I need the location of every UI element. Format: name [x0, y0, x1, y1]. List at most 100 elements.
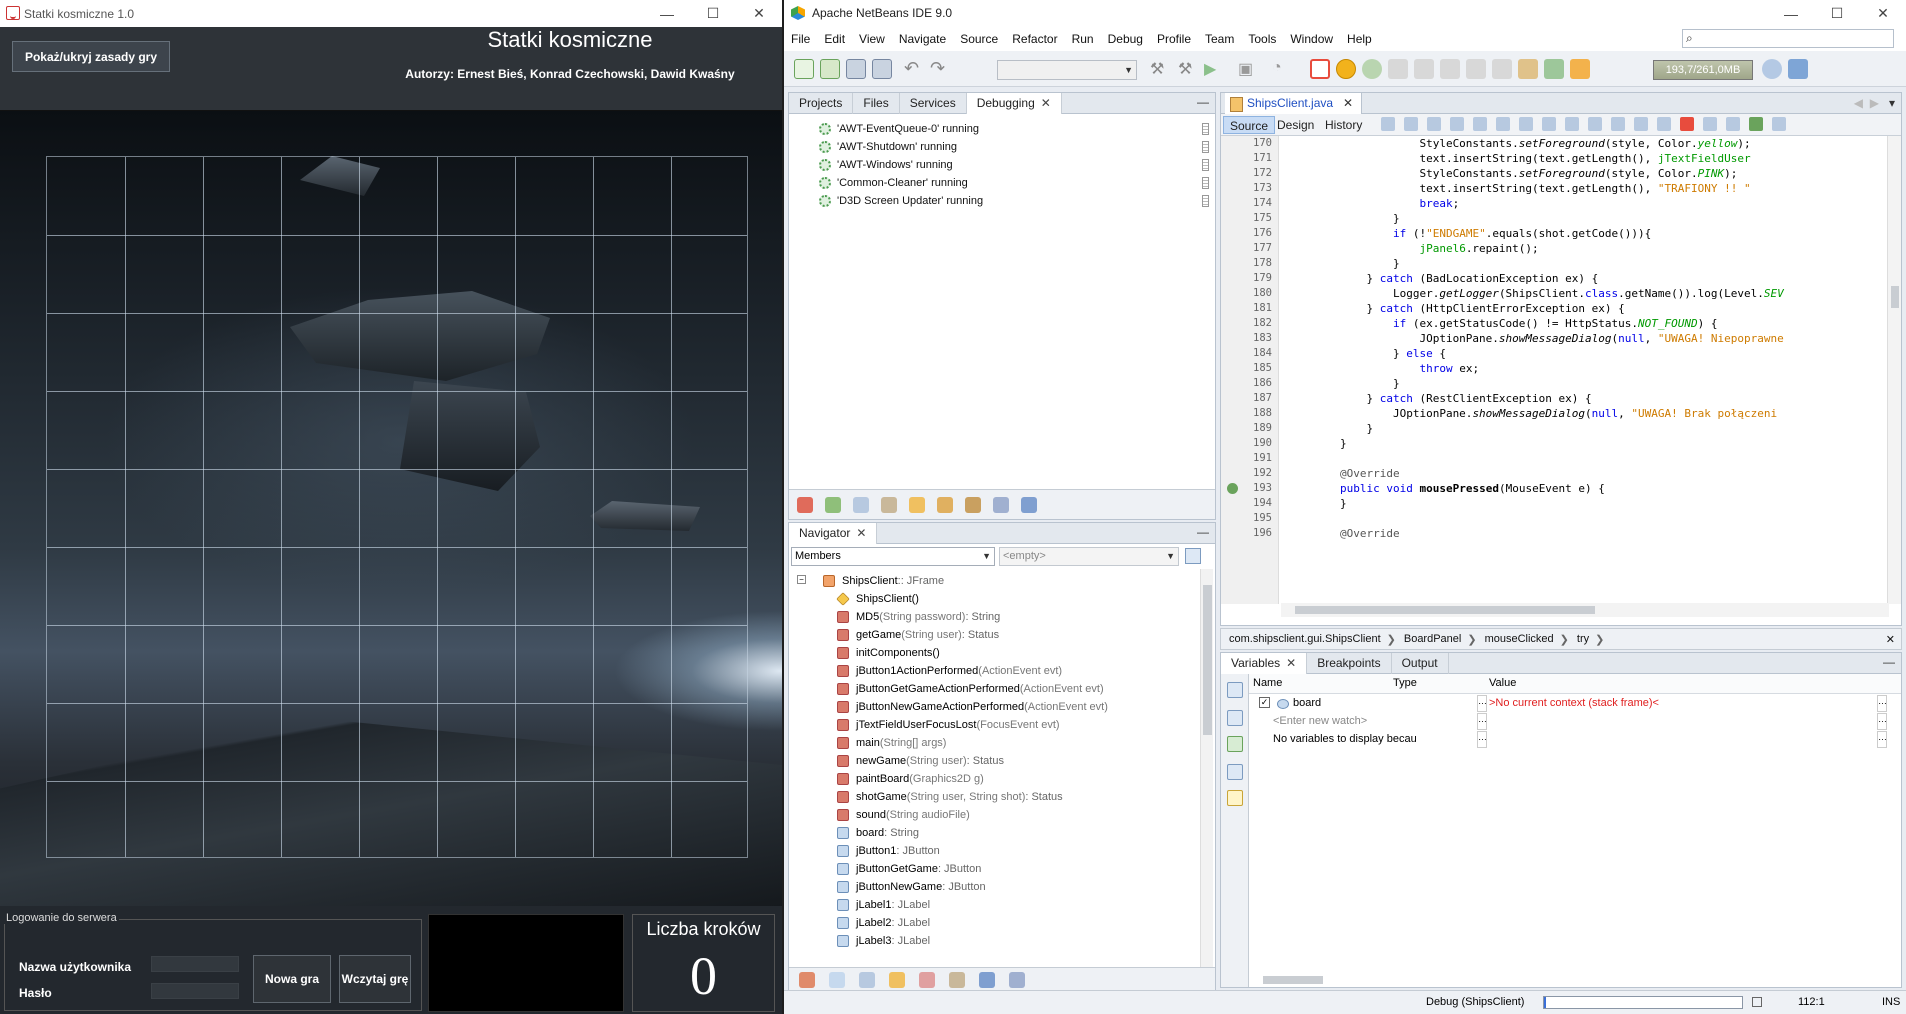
- close-icon[interactable]: ✕: [1286, 656, 1296, 670]
- ellipsis-button[interactable]: …: [1477, 695, 1487, 712]
- column-type[interactable]: Type: [1393, 677, 1417, 689]
- editor-tool-icon[interactable]: [1404, 117, 1418, 131]
- breadcrumb-item[interactable]: mouseClicked: [1485, 633, 1554, 645]
- editor-tool-icon[interactable]: [1726, 117, 1740, 131]
- menu-debug[interactable]: Debug: [1101, 32, 1150, 46]
- scrollbar-thumb[interactable]: [1203, 585, 1212, 735]
- tab-output[interactable]: Output: [1392, 653, 1449, 674]
- close-button[interactable]: ✕: [736, 0, 782, 27]
- member-item[interactable]: jButton1 : JButton: [837, 843, 940, 859]
- member-item[interactable]: jTextFieldUserFocusLost (FocusEvent evt): [837, 717, 1060, 733]
- tab-breakpoints[interactable]: Breakpoints: [1307, 653, 1392, 674]
- tab-files[interactable]: Files: [853, 93, 900, 114]
- watch-checkbox[interactable]: ✓: [1259, 697, 1270, 708]
- editor-tool-icon[interactable]: [1496, 117, 1510, 131]
- step-over-expression-icon[interactable]: [1414, 59, 1434, 79]
- editor-tool-icon[interactable]: [1519, 117, 1533, 131]
- debug-tool-icon[interactable]: [965, 497, 981, 513]
- variable-row[interactable]: <Enter new watch>……: [1249, 713, 1901, 731]
- save-all-icon[interactable]: [872, 59, 892, 79]
- build-icon[interactable]: ⚒: [1150, 59, 1170, 79]
- run-icon[interactable]: ▶: [1204, 59, 1224, 79]
- evaluate-expression-icon[interactable]: [1227, 790, 1243, 806]
- member-item[interactable]: main (String[] args): [837, 735, 946, 751]
- navigator-tool-icon[interactable]: [829, 972, 845, 988]
- search-input[interactable]: ⌕: [1682, 29, 1894, 48]
- maximize-button[interactable]: ☐: [690, 0, 736, 27]
- code-line[interactable]: StyleConstants.setForeground(style, Colo…: [1287, 136, 1750, 151]
- tab-design[interactable]: Design: [1271, 116, 1320, 134]
- editor-vertical-scrollbar[interactable]: [1887, 136, 1901, 604]
- member-item[interactable]: paintBoard (Graphics2D g): [837, 771, 984, 787]
- editor-tab-shipsclient[interactable]: ShipsClient.java ✕: [1225, 93, 1363, 114]
- code-line[interactable]: break;: [1287, 196, 1459, 211]
- new-watch-icon[interactable]: [1227, 736, 1243, 752]
- code-line[interactable]: JOptionPane.showMessageDialog(null, "UWA…: [1287, 331, 1783, 346]
- tab-projects[interactable]: Projects: [789, 93, 854, 114]
- editor-tool-icon[interactable]: [1680, 117, 1694, 131]
- tab-source[interactable]: Source: [1223, 116, 1276, 134]
- editor-tool-icon[interactable]: [1749, 117, 1763, 131]
- breakpoint-icon[interactable]: [1227, 483, 1238, 494]
- navigator-scrollbar[interactable]: [1200, 569, 1213, 973]
- scrollbar-thumb[interactable]: [1891, 286, 1899, 308]
- navigator-view-select[interactable]: Members ▼: [791, 547, 995, 566]
- menu-help[interactable]: Help: [1340, 32, 1379, 46]
- member-item[interactable]: jButtonGetGameActionPerformed (ActionEven…: [837, 681, 1104, 697]
- breadcrumb-item[interactable]: com.shipsclient.gui.ShipsClient: [1229, 633, 1381, 645]
- memory-indicator[interactable]: 193,7/261,0MB: [1653, 60, 1753, 80]
- navigator-tool-icon[interactable]: [949, 972, 965, 988]
- new-game-button[interactable]: Nowa gra: [253, 955, 331, 1003]
- breadcrumb-item[interactable]: BoardPanel: [1404, 633, 1462, 645]
- thread-item[interactable]: 'AWT-Shutdown' running: [819, 139, 957, 155]
- debug-tool-icon[interactable]: [1021, 497, 1037, 513]
- member-item[interactable]: board : String: [837, 825, 919, 841]
- member-item[interactable]: jButtonNewGameActionPerformed (ActionEven…: [837, 699, 1108, 715]
- thread-item[interactable]: 'AWT-Windows' running: [819, 157, 953, 173]
- thread-suspend-icon[interactable]: [1202, 123, 1209, 135]
- debug-tool-icon[interactable]: [993, 497, 1009, 513]
- code-line[interactable]: @Override: [1287, 526, 1400, 541]
- thread-item[interactable]: 'Common-Cleaner' running: [819, 175, 968, 191]
- menu-navigate[interactable]: Navigate: [892, 32, 953, 46]
- code-line[interactable]: } catch (BadLocationException ex) {: [1287, 271, 1598, 286]
- close-icon[interactable]: ✕: [1041, 96, 1051, 110]
- menu-profile[interactable]: Profile: [1150, 32, 1198, 46]
- tab-variables[interactable]: Variables ✕: [1221, 653, 1308, 674]
- variable-row[interactable]: ✓ board >No current context (stack frame)<…: [1249, 695, 1901, 713]
- variable-row[interactable]: No variables to display becau……: [1249, 731, 1901, 749]
- code-line[interactable]: text.insertString(text.getLength(), jTex…: [1287, 151, 1750, 166]
- menu-window[interactable]: Window: [1283, 32, 1340, 46]
- username-input[interactable]: [151, 956, 239, 972]
- thread-suspend-icon[interactable]: [1202, 177, 1209, 189]
- code-line[interactable]: throw ex;: [1287, 361, 1479, 376]
- undo-icon[interactable]: ↶: [904, 59, 924, 79]
- maximize-button[interactable]: ☐: [1814, 0, 1860, 27]
- tab-debugging[interactable]: Debugging ✕: [966, 93, 1062, 114]
- password-input[interactable]: [151, 983, 239, 999]
- ellipsis-button[interactable]: …: [1477, 731, 1487, 748]
- menu-run[interactable]: Run: [1065, 32, 1101, 46]
- open-project-icon[interactable]: [846, 59, 866, 79]
- thread-item[interactable]: 'AWT-EventQueue-0' running: [819, 121, 979, 137]
- member-item[interactable]: initComponents(): [837, 645, 940, 661]
- scrollbar-thumb[interactable]: [1263, 976, 1323, 984]
- editor-tool-icon[interactable]: [1381, 117, 1395, 131]
- tab-services[interactable]: Services: [900, 93, 967, 114]
- editor-tool-icon[interactable]: [1473, 117, 1487, 131]
- menu-source[interactable]: Source: [953, 32, 1005, 46]
- thread-item[interactable]: 'D3D Screen Updater' running: [819, 193, 983, 209]
- code-line[interactable]: @Override: [1287, 466, 1400, 481]
- editor-tool-icon[interactable]: [1703, 117, 1717, 131]
- chevron-down-icon[interactable]: ▾: [1889, 96, 1895, 110]
- new-file-icon[interactable]: [794, 59, 814, 79]
- code-line[interactable]: } catch (HttpClientErrorException ex) {: [1287, 301, 1624, 316]
- navigator-tool-icon[interactable]: [799, 972, 815, 988]
- member-item[interactable]: shotGame (String user, String shot) : Sta…: [837, 789, 1063, 805]
- step-into-icon[interactable]: [1440, 59, 1460, 79]
- editor-tool-icon[interactable]: [1450, 117, 1464, 131]
- snapshot-icon[interactable]: [1570, 59, 1590, 79]
- editor-tool-icon[interactable]: [1565, 117, 1579, 131]
- load-game-button[interactable]: Wczytaj grę: [339, 955, 411, 1003]
- clean-build-icon[interactable]: ⚒: [1178, 59, 1198, 79]
